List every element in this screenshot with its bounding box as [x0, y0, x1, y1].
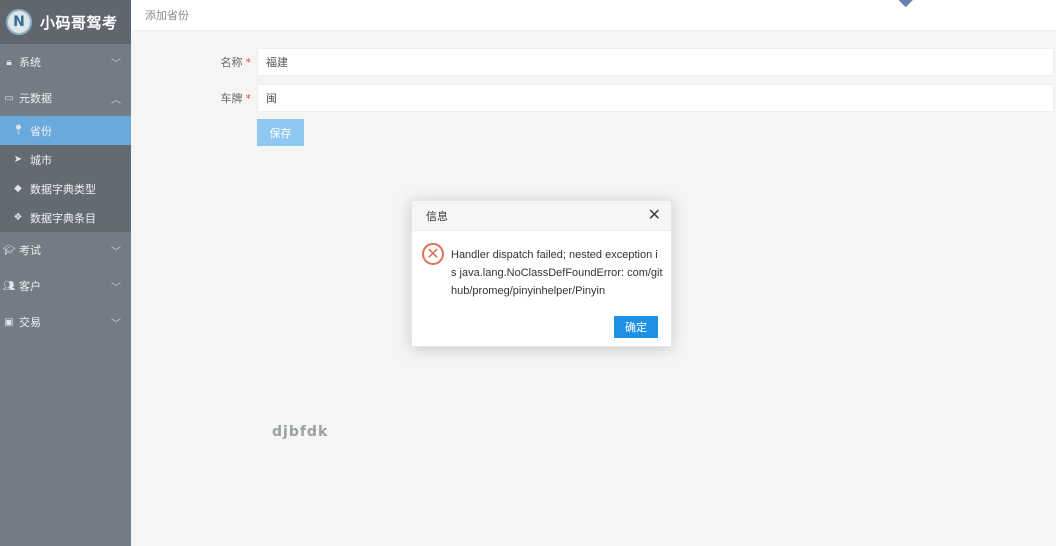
- sidebar-item-city[interactable]: ➤ 城市: [0, 145, 131, 174]
- chevron-down-icon: ﹀: [111, 318, 121, 330]
- chevron-down-icon: ﹀: [111, 58, 121, 70]
- sidebar-item-label: 数据字典条目: [30, 211, 96, 225]
- name-input[interactable]: 福建: [257, 48, 1054, 76]
- dialog-header: 信息 ✕: [412, 201, 671, 231]
- logo-icon: N: [6, 9, 32, 35]
- app-logo[interactable]: N 小码哥驾考: [0, 0, 131, 44]
- sidebar-item-label: 元数据: [19, 92, 52, 105]
- dialog-title: 信息: [426, 209, 448, 223]
- sidebar-item-label: 数据字典类型: [30, 182, 96, 196]
- money-icon: ▣: [4, 316, 14, 328]
- metadata-submenu: 📍︎ 省份 ➤ 城市 ◆ 数据字典类型 ❖ 数据字典条目: [0, 116, 131, 232]
- sidebar-item-exam[interactable]: 🎓︎ 考试 ﹀: [0, 232, 131, 268]
- sidebar-item-trade[interactable]: ▣ 交易 ﹀: [0, 304, 131, 340]
- chevron-down-icon: ﹀: [111, 282, 121, 294]
- location-arrow-icon: ➤: [13, 154, 23, 165]
- sidebar-item-dict-entry[interactable]: ❖ 数据字典条目: [0, 203, 131, 232]
- breadcrumb: 添加省份: [145, 9, 189, 22]
- sidebar-item-province[interactable]: 📍︎ 省份: [0, 116, 131, 145]
- users-icon: 👥︎: [2, 280, 16, 292]
- sidebar-item-label: 考试: [19, 244, 41, 257]
- map-marker-icon: 📍︎: [12, 125, 25, 136]
- form-row-plate: 车牌 * 闽: [131, 84, 1054, 112]
- lock-icon: 🔒︎: [6, 56, 12, 68]
- sidebar-item-system[interactable]: 🔒︎ 系统 ﹀: [0, 44, 131, 80]
- sidebar-item-label: 系统: [19, 56, 41, 69]
- close-icon[interactable]: ✕: [648, 207, 661, 223]
- required-mark: *: [245, 92, 252, 105]
- sidebar-item-label: 城市: [30, 153, 52, 167]
- plate-input[interactable]: 闽: [257, 84, 1054, 112]
- required-mark: *: [245, 56, 252, 69]
- watermark: djbfdk: [272, 424, 329, 440]
- id-card-icon: ▭: [4, 92, 14, 104]
- chevron-up-icon: ︿: [111, 94, 121, 106]
- form-row-name: 名称 * 福建: [131, 48, 1054, 76]
- sidebar-item-customer[interactable]: 👥︎ 客户 ﹀: [0, 268, 131, 304]
- cube-icon: ◆: [14, 183, 22, 194]
- sidebar-item-label: 交易: [19, 316, 41, 329]
- top-bar: 添加省份: [131, 0, 1056, 31]
- plate-label: 车牌 *: [220, 92, 252, 105]
- cubes-icon: ❖: [13, 212, 23, 223]
- sidebar-item-label: 省份: [30, 124, 52, 138]
- save-button[interactable]: 保存: [257, 119, 304, 146]
- sidebar-item-dict-type[interactable]: ◆ 数据字典类型: [0, 174, 131, 203]
- graduation-cap-icon: 🎓︎: [2, 244, 16, 256]
- confirm-button[interactable]: 确定: [614, 316, 658, 338]
- error-dialog: 信息 ✕ ✕ Handler dispatch failed; nested e…: [411, 200, 672, 347]
- name-label: 名称 *: [220, 56, 252, 69]
- sidebar-item-metadata[interactable]: ▭ 元数据 ︿: [0, 80, 131, 116]
- sidebar-item-label: 客户: [19, 280, 41, 293]
- dialog-message: Handler dispatch failed; nested exceptio…: [451, 249, 663, 297]
- app-name: 小码哥驾考: [40, 13, 118, 32]
- chevron-down-icon: ﹀: [111, 246, 121, 258]
- error-icon: ✕: [422, 243, 444, 265]
- sidebar: N 小码哥驾考 🔒︎ 系统 ﹀ ▭ 元数据 ︿ 📍︎ 省份 ➤ 城市 ◆ 数据字…: [0, 0, 131, 546]
